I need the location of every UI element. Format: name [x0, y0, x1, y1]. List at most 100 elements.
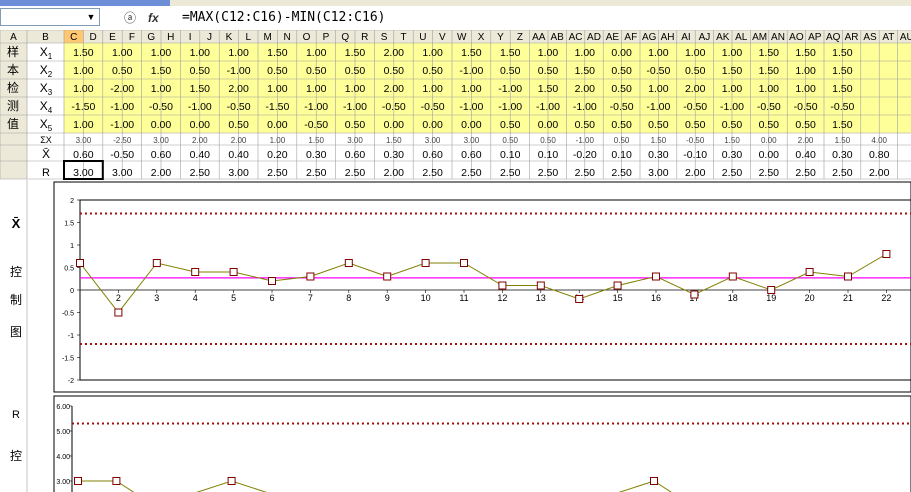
sample-cell[interactable]: 1.00: [306, 47, 327, 59]
sum-cell[interactable]: 3.00: [464, 136, 480, 145]
sample-cell[interactable]: 1.00: [461, 83, 482, 95]
range-cell[interactable]: 2.50: [795, 167, 816, 179]
sample-cell[interactable]: -0.50: [610, 101, 634, 113]
sample-cell[interactable]: 2.00: [575, 83, 596, 95]
sample-cell[interactable]: 1.50: [795, 47, 816, 59]
sum-cell[interactable]: 3.00: [153, 136, 169, 145]
column-header-aj[interactable]: AJ: [699, 32, 711, 43]
sample-cell[interactable]: -1.00: [459, 101, 483, 113]
column-header-q[interactable]: Q: [341, 32, 349, 43]
sample-cell[interactable]: 1.00: [538, 47, 559, 59]
mean-cell[interactable]: 0.20: [267, 149, 288, 161]
sample-cell[interactable]: 1.00: [722, 83, 743, 95]
column-header-w[interactable]: W: [457, 32, 467, 43]
column-header-h[interactable]: H: [167, 32, 174, 43]
xbar-point[interactable]: [728, 272, 737, 281]
sample-cell[interactable]: 1.00: [422, 47, 443, 59]
sample-cell[interactable]: -0.50: [757, 101, 781, 113]
r-point[interactable]: [650, 477, 658, 485]
xbar-point[interactable]: [536, 281, 545, 290]
mean-cell[interactable]: -0.20: [573, 149, 597, 161]
sum-cell[interactable]: 0.00: [761, 136, 777, 145]
sample-cell[interactable]: -1.00: [536, 101, 560, 113]
sample-cell[interactable]: 1.00: [151, 47, 172, 59]
range-cell[interactable]: 2.50: [832, 167, 853, 179]
check-formula-icon[interactable]: ⓐ: [124, 9, 136, 27]
sum-cell[interactable]: 3.00: [425, 136, 441, 145]
sample-cell[interactable]: -1.00: [188, 101, 212, 113]
column-header-a[interactable]: A: [10, 32, 17, 43]
column-header-ap[interactable]: AP: [808, 32, 822, 43]
xbar-point[interactable]: [805, 268, 814, 276]
range-cell[interactable]: 2.50: [500, 167, 521, 179]
mean-cell[interactable]: -0.10: [683, 149, 707, 161]
range-cell[interactable]: 2.00: [384, 167, 405, 179]
xbar-point[interactable]: [152, 259, 161, 267]
mean-cell[interactable]: 0.60: [461, 149, 482, 161]
column-header-ac[interactable]: AC: [569, 32, 583, 43]
sum-cell[interactable]: 1.50: [724, 136, 740, 145]
sample-cell[interactable]: 1.50: [759, 65, 780, 77]
mean-cell[interactable]: 0.40: [795, 149, 816, 161]
column-header-c[interactable]: C: [70, 32, 77, 43]
sample-cell[interactable]: 0.50: [500, 65, 521, 77]
column-header-l[interactable]: L: [246, 32, 252, 43]
sample-cell[interactable]: 1.00: [228, 47, 249, 59]
range-cell[interactable]: 3.00: [648, 167, 669, 179]
xbar-point[interactable]: [191, 268, 200, 276]
xbar-point[interactable]: [460, 259, 468, 267]
range-cell[interactable]: 2.00: [869, 167, 890, 179]
sample-cell[interactable]: 1.50: [722, 65, 743, 77]
sample-cell[interactable]: 0.00: [384, 119, 405, 131]
sample-cell[interactable]: 2.00: [228, 83, 249, 95]
sum-cell[interactable]: 2.00: [192, 136, 208, 145]
xbar-point[interactable]: [114, 308, 123, 317]
sample-cell[interactable]: -0.50: [304, 119, 328, 131]
column-header-z[interactable]: Z: [517, 32, 523, 43]
sample-cell[interactable]: 1.50: [832, 83, 853, 95]
sample-cell[interactable]: 1.50: [832, 65, 853, 77]
xbar-point[interactable]: [652, 272, 660, 281]
sample-cell[interactable]: 0.50: [795, 119, 816, 131]
xbar-point[interactable]: [76, 259, 84, 267]
mean-cell[interactable]: 0.60: [422, 149, 443, 161]
range-cell[interactable]: 2.50: [611, 167, 632, 179]
sample-cell[interactable]: 1.00: [267, 83, 288, 95]
sample-cell[interactable]: 0.50: [575, 119, 596, 131]
sample-cell[interactable]: 1.00: [306, 83, 327, 95]
sample-cell[interactable]: 1.00: [345, 83, 366, 95]
sum-cell[interactable]: -1.00: [576, 136, 595, 145]
mean-cell[interactable]: 0.30: [832, 149, 853, 161]
sum-cell[interactable]: -0.50: [686, 136, 705, 145]
sample-cell[interactable]: 1.00: [190, 47, 211, 59]
sample-cell[interactable]: 1.00: [722, 47, 743, 59]
sample-cell[interactable]: 0.00: [190, 119, 211, 131]
sample-cell[interactable]: 1.50: [575, 65, 596, 77]
sample-cell[interactable]: 0.50: [538, 65, 559, 77]
sample-cell[interactable]: 1.50: [832, 119, 853, 131]
mean-cell[interactable]: 0.60: [151, 149, 172, 161]
sum-cell[interactable]: 1.50: [651, 136, 667, 145]
range-cell[interactable]: 2.50: [190, 167, 211, 179]
xbar-point[interactable]: [613, 281, 622, 290]
sample-cell[interactable]: 0.50: [112, 65, 133, 77]
range-cell[interactable]: 2.50: [759, 167, 780, 179]
xbar-point[interactable]: [844, 272, 852, 281]
sample-cell[interactable]: -0.50: [830, 101, 854, 113]
xbar-point[interactable]: [268, 277, 276, 285]
sample-cell[interactable]: 0.50: [611, 83, 632, 95]
sample-cell[interactable]: 0.00: [538, 119, 559, 131]
sample-cell[interactable]: 0.00: [267, 119, 288, 131]
column-header-k[interactable]: K: [226, 32, 233, 43]
sample-cell[interactable]: 2.00: [685, 83, 706, 95]
sample-cell[interactable]: 1.00: [73, 83, 94, 95]
column-header-al[interactable]: AL: [735, 32, 748, 43]
mean-cell[interactable]: 0.30: [722, 149, 743, 161]
range-cell[interactable]: 2.00: [151, 167, 172, 179]
sample-cell[interactable]: 1.50: [151, 65, 172, 77]
sample-cell[interactable]: 0.00: [461, 119, 482, 131]
column-header-o[interactable]: O: [303, 32, 311, 43]
column-header-f[interactable]: F: [129, 32, 135, 43]
sample-cell[interactable]: 0.50: [228, 119, 249, 131]
sum-cell[interactable]: 2.00: [798, 136, 814, 145]
